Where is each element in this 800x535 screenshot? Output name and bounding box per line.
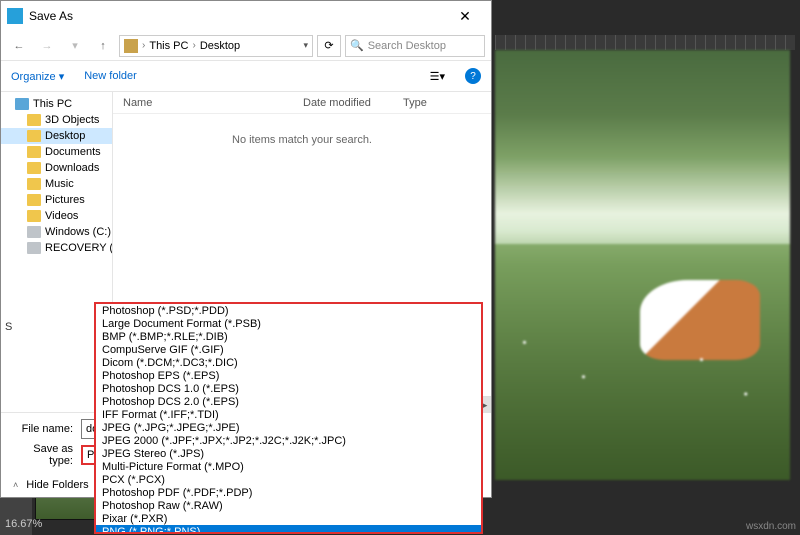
chevron-right-icon: › [142, 40, 145, 51]
tree-item-label: Music [45, 178, 74, 190]
col-date[interactable]: Date modified [293, 97, 393, 109]
filename-label: File name: [11, 423, 81, 435]
format-option[interactable]: JPEG (*.JPG;*.JPEG;*.JPE) [96, 421, 481, 434]
organize-button[interactable]: Organize ▾ [11, 70, 64, 83]
savetype-label: Save as type: [11, 443, 81, 467]
tree-item-recovery-d-[interactable]: RECOVERY (D:) [1, 240, 112, 256]
dog-subject [640, 280, 760, 360]
close-button[interactable]: ✕ [445, 2, 485, 30]
format-option[interactable]: Photoshop (*.PSD;*.PDD) [96, 304, 481, 317]
title-bar: Save As ✕ [1, 1, 491, 31]
tree-item-label: 3D Objects [45, 114, 99, 126]
format-option[interactable]: JPEG Stereo (*.JPS) [96, 447, 481, 460]
address-bar[interactable]: › This PC › Desktop ▾ [119, 35, 313, 57]
pc-icon [15, 98, 29, 110]
search-placeholder: Search Desktop [368, 40, 446, 52]
help-button[interactable]: ? [465, 68, 481, 84]
tree-item-3d-objects[interactable]: 3D Objects [1, 112, 112, 128]
folder-icon [27, 178, 41, 190]
format-option[interactable]: Large Document Format (*.PSB) [96, 317, 481, 330]
tree-item-label: Downloads [45, 162, 99, 174]
canvas-image [495, 50, 790, 480]
dialog-title: Save As [29, 9, 445, 23]
format-option[interactable]: JPEG 2000 (*.JPF;*.JPX;*.JP2;*.J2C;*.J2K… [96, 434, 481, 447]
format-option[interactable]: Photoshop EPS (*.EPS) [96, 369, 481, 382]
format-option[interactable]: PNG (*.PNG;*.PNS) [96, 525, 481, 534]
pc-icon [124, 39, 138, 53]
refresh-button[interactable]: ⟳ [317, 35, 341, 57]
chevron-up-icon[interactable]: ˄ [13, 480, 18, 490]
format-option[interactable]: Photoshop PDF (*.PDF;*.PDP) [96, 486, 481, 499]
tree-item-label: This PC [33, 98, 72, 110]
recent-dropdown[interactable]: ▾ [63, 34, 87, 58]
drive-icon [27, 242, 41, 254]
column-headers[interactable]: Name Date modified Type [113, 92, 491, 114]
back-button[interactable]: ← [7, 34, 31, 58]
format-option[interactable]: CompuServe GIF (*.GIF) [96, 343, 481, 356]
new-folder-button[interactable]: New folder [84, 70, 137, 82]
save-as-dialog: Save As ✕ ← → ▾ ↑ › This PC › Desktop ▾ … [0, 0, 492, 498]
tree-item-desktop[interactable]: Desktop [1, 128, 112, 144]
format-option[interactable]: Photoshop DCS 2.0 (*.EPS) [96, 395, 481, 408]
search-icon: 🔍 [350, 39, 364, 52]
tree-item-label: Videos [45, 210, 78, 222]
drive-icon [27, 226, 41, 238]
format-option[interactable]: BMP (*.BMP;*.RLE;*.DIB) [96, 330, 481, 343]
save-options-label-fragment: S [5, 321, 12, 333]
savetype-options-list[interactable]: Photoshop (*.PSD;*.PDD)Large Document Fo… [94, 302, 483, 534]
zoom-level[interactable]: 16.67% [5, 518, 42, 530]
forward-button[interactable]: → [35, 34, 59, 58]
tree-item-pictures[interactable]: Pictures [1, 192, 112, 208]
format-option[interactable]: Dicom (*.DCM;*.DC3;*.DIC) [96, 356, 481, 369]
tree-item-label: Desktop [45, 130, 85, 142]
tree-item-videos[interactable]: Videos [1, 208, 112, 224]
address-part[interactable]: Desktop [200, 40, 240, 52]
format-option[interactable]: PCX (*.PCX) [96, 473, 481, 486]
address-part[interactable]: This PC [149, 40, 188, 52]
chevron-right-icon: › [192, 40, 195, 51]
folder-icon [27, 162, 41, 174]
hide-folders-button[interactable]: Hide Folders [26, 479, 88, 491]
folder-icon [27, 114, 41, 126]
format-option[interactable]: IFF Format (*.IFF;*.TDI) [96, 408, 481, 421]
format-option[interactable]: Pixar (*.PXR) [96, 512, 481, 525]
tree-item-music[interactable]: Music [1, 176, 112, 192]
view-icon: ☰▾ [430, 70, 445, 83]
app-icon [7, 8, 23, 24]
ruler-top [495, 35, 795, 50]
folder-icon [27, 210, 41, 222]
col-type[interactable]: Type [393, 97, 437, 109]
folder-icon [27, 130, 41, 142]
tree-item-label: Windows (C:) [45, 226, 111, 238]
tree-item-label: RECOVERY (D:) [45, 242, 113, 254]
tree-item-label: Pictures [45, 194, 85, 206]
col-name[interactable]: Name [113, 97, 293, 109]
tree-item-downloads[interactable]: Downloads [1, 160, 112, 176]
format-option[interactable]: Multi-Picture Format (*.MPO) [96, 460, 481, 473]
view-options[interactable]: ☰▾ [430, 70, 445, 83]
explorer-toolbar: Organize ▾ New folder ☰▾ ? [1, 61, 491, 91]
format-option[interactable]: Photoshop Raw (*.RAW) [96, 499, 481, 512]
folder-icon [27, 146, 41, 158]
tree-item-windows-c-[interactable]: Windows (C:) [1, 224, 112, 240]
up-button[interactable]: ↑ [91, 34, 115, 58]
nav-row: ← → ▾ ↑ › This PC › Desktop ▾ ⟳ 🔍 Search… [1, 31, 491, 61]
folder-icon [27, 194, 41, 206]
tree-item-documents[interactable]: Documents [1, 144, 112, 160]
tree-item-this-pc[interactable]: This PC [1, 96, 112, 112]
search-input[interactable]: 🔍 Search Desktop [345, 35, 485, 57]
address-dropdown-icon[interactable]: ▾ [303, 40, 308, 51]
tree-item-label: Documents [45, 146, 101, 158]
watermark: wsxdn.com [746, 521, 796, 532]
format-option[interactable]: Photoshop DCS 1.0 (*.EPS) [96, 382, 481, 395]
